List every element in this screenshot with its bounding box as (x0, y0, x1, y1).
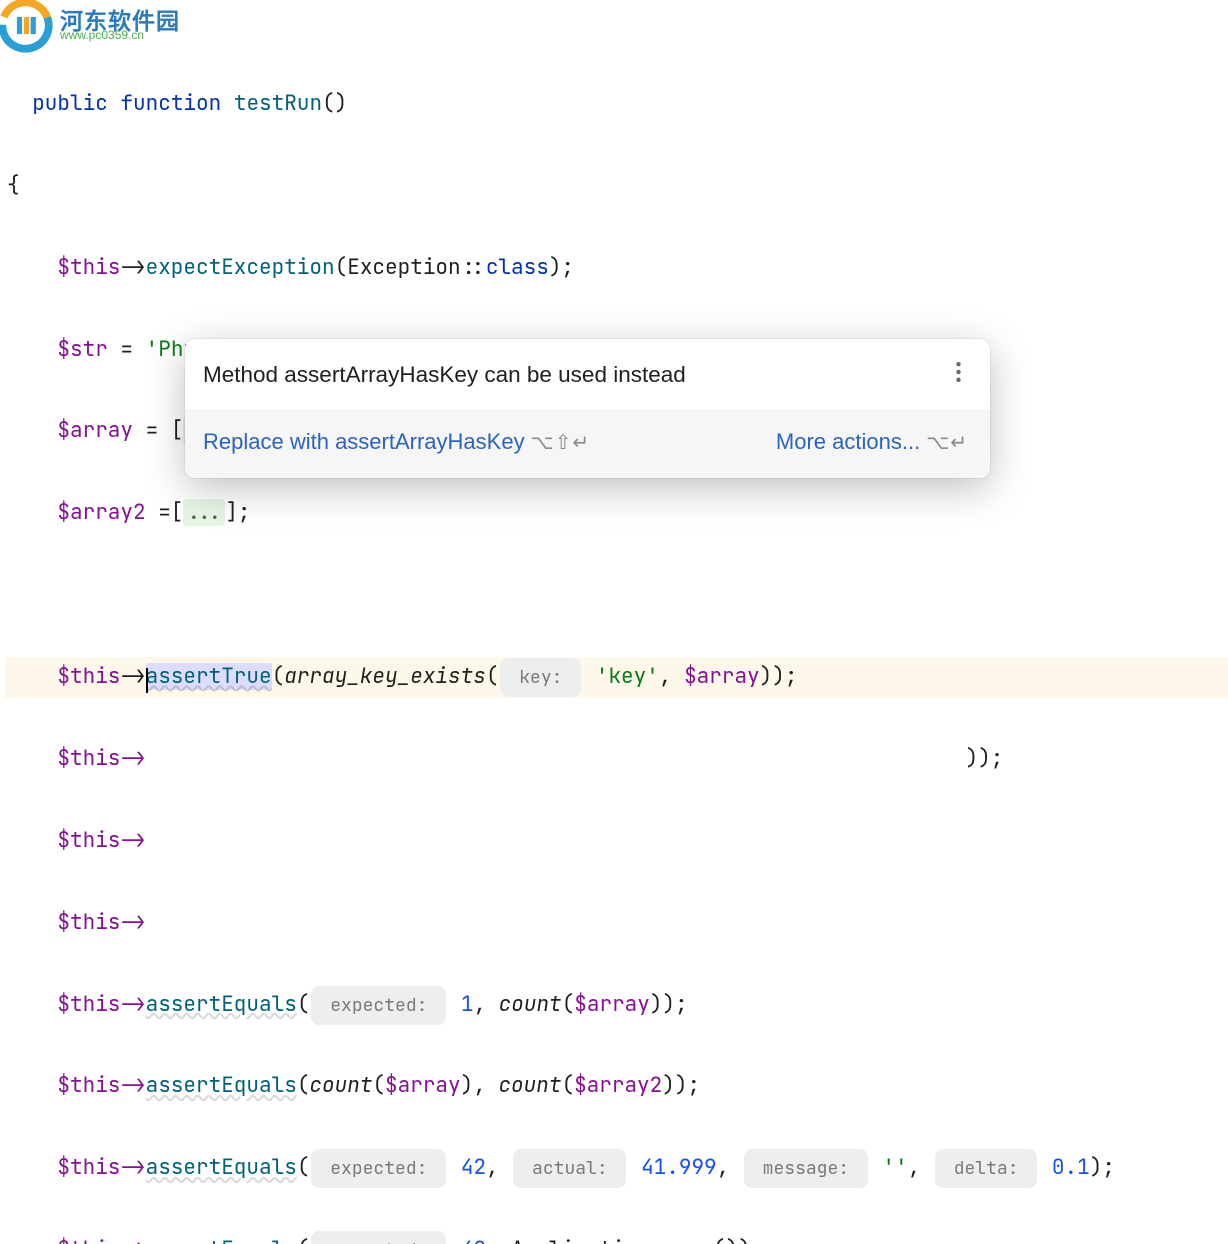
variable: $this (57, 254, 120, 281)
more-options-icon[interactable] (948, 353, 968, 397)
fold-indicator[interactable]: ... (183, 499, 225, 526)
number: 42 (461, 1236, 486, 1244)
function-call: run (675, 1236, 713, 1244)
variable: $array (57, 417, 133, 444)
method-call: assertEquals (146, 1072, 297, 1099)
text-caret (146, 668, 148, 693)
variable: $array (574, 991, 650, 1018)
keyword: public (32, 90, 108, 117)
method-call: assertEquals (146, 1154, 297, 1181)
code-line[interactable]: $array2 =[...]; (5, 493, 1228, 534)
function-call: array_key_exists (284, 663, 486, 690)
variable: $this-> (57, 991, 145, 1018)
quickfix-footer: Replace with assertArrayHasKey⌥⇧↵ More a… (185, 409, 990, 478)
quickfix-replace-action[interactable]: Replace with assertArrayHasKey⌥⇧↵ (203, 421, 590, 464)
parameter-hint: key: (500, 658, 581, 697)
code-line[interactable]: $this->assertEquals( expected: 1, count(… (5, 985, 1228, 1026)
code-editor[interactable]: public function testRun() { $this->expec… (0, 0, 1228, 1244)
parameter-hint: expected: (311, 986, 446, 1025)
keyword: class (486, 254, 549, 281)
brace: { (7, 172, 20, 199)
variable: $array2 (574, 1072, 662, 1099)
parameter-hint: message: (744, 1149, 868, 1188)
code-line[interactable]: $this-> (5, 903, 1228, 944)
variable: $this (57, 663, 120, 690)
quickfix-header: Method assertArrayHasKey can be used ins… (185, 339, 990, 409)
number: 1 (461, 991, 474, 1018)
function-call: count (309, 1072, 372, 1099)
parameter-hint: actual: (513, 1149, 626, 1188)
number: 41.999 (641, 1154, 717, 1181)
code-line[interactable]: public function testRun() (5, 84, 1228, 125)
variable: $this-> (57, 1072, 145, 1099)
shortcut-hint: ⌥⇧↵ (531, 432, 591, 454)
code-line[interactable]: $this->expectException(Exception::class)… (5, 248, 1228, 289)
code-line[interactable]: $this->)); (5, 739, 1228, 780)
number: 42 (461, 1154, 486, 1181)
function-call: count (499, 991, 562, 1018)
method-call: assertTrue (146, 663, 272, 690)
variable: $this-> (57, 909, 145, 936)
variable: $this-> (57, 827, 145, 854)
parameter-hint: delta: (935, 1149, 1037, 1188)
variable: $array2 (57, 499, 145, 526)
code-line[interactable] (5, 575, 1228, 616)
code-line-highlighted[interactable]: $this->assertTrue(array_key_exists( key:… (5, 657, 1228, 698)
method-call: assertEquals (146, 991, 297, 1018)
variable: $this-> (57, 1154, 145, 1181)
quickfix-more-actions[interactable]: More actions...⌥↵ (776, 421, 968, 464)
string: '' (882, 1154, 907, 1181)
quickfix-popup: Method assertArrayHasKey can be used ins… (185, 339, 990, 478)
variable: $array (684, 663, 760, 690)
text: () (322, 90, 347, 117)
method-call: expectException (146, 254, 335, 281)
function-call: count (498, 1072, 561, 1099)
class-ref: Exception (347, 254, 460, 281)
code-line[interactable]: $this->assertEquals( expected: 42, Appli… (5, 1230, 1228, 1244)
number: 0.1 (1052, 1154, 1090, 1181)
variable: $array (385, 1072, 461, 1099)
keyword: function (120, 90, 221, 117)
variable: $this-> (57, 745, 145, 772)
shortcut-hint: ⌥↵ (926, 432, 968, 454)
variable: $str (57, 336, 107, 363)
variable: $this-> (57, 1236, 145, 1244)
class-ref: Application (511, 1236, 650, 1244)
method-name: testRun (234, 90, 322, 117)
code-line[interactable]: $this->assertEquals(count($array), count… (5, 1066, 1228, 1107)
string: 'key' (596, 663, 659, 690)
quickfix-title: Method assertArrayHasKey can be used ins… (203, 353, 948, 397)
parameter-hint: expected: (311, 1231, 446, 1244)
code-line[interactable]: $this->assertEquals( expected: 42, actua… (5, 1148, 1228, 1189)
code-line[interactable]: $this-> (5, 821, 1228, 862)
method-call: assertEquals (146, 1236, 297, 1244)
parameter-hint: expected: (311, 1149, 446, 1188)
code-line[interactable]: { (5, 166, 1228, 207)
